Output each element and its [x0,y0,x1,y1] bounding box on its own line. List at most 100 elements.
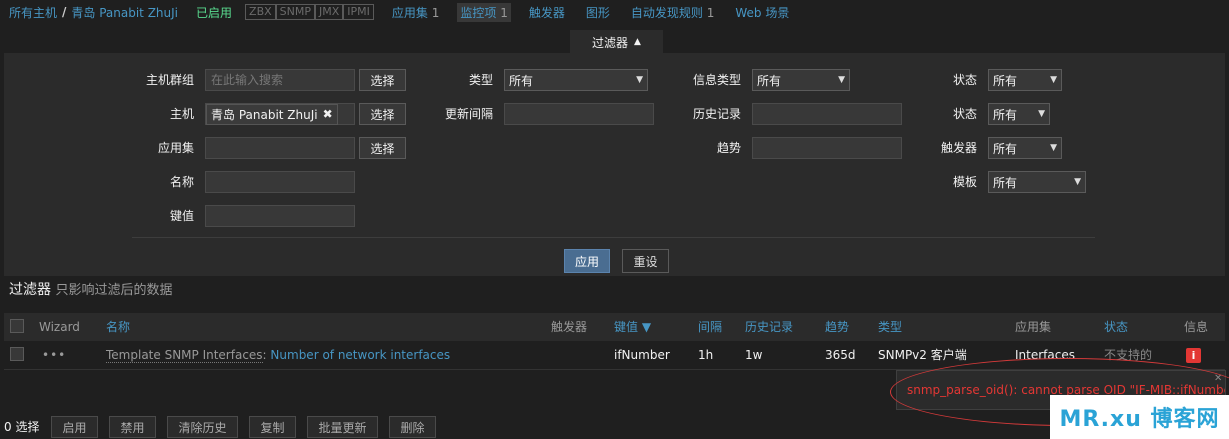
chevron-up-icon: ▲ [634,37,641,47]
host-group-label: 主机群组 [145,73,194,87]
history-input[interactable] [752,103,902,125]
template-select[interactable]: 所有 ▼ [988,171,1086,193]
remove-icon[interactable]: ✖ [323,107,333,121]
template-link[interactable]: Template SNMP Interfaces [106,348,263,363]
triggers-select[interactable]: 所有 ▼ [988,137,1062,159]
mass-action-bar: 0 选择 [0,414,39,439]
chevron-down-icon: ▼ [1050,143,1057,153]
chevron-down-icon: ▼ [1074,177,1081,187]
status-select-value: 所有 [993,107,1018,122]
state-label: 状态 [952,73,977,87]
apply-button[interactable]: 应用 [564,249,610,273]
filter-note-subtitle: 只影响过滤后的数据 [55,283,173,298]
host-breadcrumb-nav: 所有主机 / 青岛 Panabit ZhuJi 已启用 ZBX SNMP JMX… [0,0,1229,24]
item-name-link[interactable]: Number of network interfaces [270,348,450,362]
watermark-logo: MR.xu 博客网 [1050,395,1229,439]
type-label: 类型 [468,73,493,87]
host-tag: 青岛 Panabit ZhuJi ✖ [206,103,338,125]
type-select[interactable]: 所有 ▼ [504,69,648,91]
clear-history-button[interactable]: 清除历史 [167,416,238,438]
chevron-down-icon: ▼ [1050,75,1057,85]
filter-toggle-tab[interactable]: 过滤器 ▲ [570,30,663,54]
tab-web-scenarios[interactable]: Web 场景 [732,3,792,22]
tab-count: 1 [431,5,440,20]
col-history[interactable]: 历史记录 [745,313,793,341]
trends-cell: 365d [825,348,856,362]
tab-label: 监控项 [460,5,497,20]
host-group-input[interactable] [205,69,355,91]
col-key[interactable]: 键值 ▼ [614,313,651,341]
filter-note: 过滤器 只影响过滤后的数据 [9,279,172,299]
triggers-label: 触发器 [940,141,977,155]
trends-input[interactable] [752,137,902,159]
state-select[interactable]: 所有 ▼ [988,69,1062,91]
host-chip: 青岛 Panabit ZhuJi ✖ [206,103,338,125]
filter-tab-label: 过滤器 [592,35,629,50]
name-separator: : [262,348,267,362]
col-trends[interactable]: 趋势 [825,313,849,341]
breadcrumb-separator: / [62,5,67,19]
host-status-enabled[interactable]: 已启用 [196,4,232,21]
tab-applications[interactable]: 应用集 1 [389,3,442,22]
status-label: 状态 [952,107,977,121]
host-group-select-button[interactable]: 选择 [359,69,406,91]
info-type-select-value: 所有 [757,73,782,88]
application-label: 应用集 [157,141,194,155]
enable-button[interactable]: 启用 [51,416,98,438]
copy-button[interactable]: 复制 [249,416,296,438]
application-input[interactable] [205,137,355,159]
key-input[interactable] [205,205,355,227]
interval-label: 更新间隔 [444,107,493,121]
tab-label: 图形 [585,5,610,20]
mass-update-button[interactable]: 批量更新 [307,416,378,438]
col-name[interactable]: 名称 [106,313,130,341]
select-all-checkbox[interactable] [10,319,24,333]
delete-button[interactable]: 删除 [389,416,436,438]
tab-label: 触发器 [528,5,565,20]
availability-zbx: ZBX [245,4,276,20]
state-select-value: 所有 [993,73,1018,88]
triggers-select-value: 所有 [993,141,1018,156]
tab-count: 1 [500,5,508,20]
availability-snmp: SNMP [275,4,315,20]
name-label: 名称 [169,175,194,189]
tab-graphs[interactable]: 图形 [583,3,613,22]
reset-button[interactable]: 重设 [622,249,669,273]
col-type[interactable]: 类型 [878,313,902,341]
col-interval[interactable]: 间隔 [698,313,722,341]
col-status[interactable]: 状态 [1104,313,1128,341]
filter-note-title: 过滤器 [9,282,51,298]
name-input[interactable] [205,171,355,193]
filter-panel: 主机群组 选择 主机 选择 应用集 选择 名称 键值 类型 所有 ▼ 更新间隔 … [4,53,1225,276]
tab-label: 应用集 [391,5,428,20]
table-header: Wizard 名称 触发器 键值 ▼ 间隔 历史记录 趋势 类型 应用集 状态 … [4,313,1225,341]
availability-ipmi: IPMI [343,4,374,20]
tab-triggers[interactable]: 触发器 [526,3,568,22]
error-info-icon[interactable]: i [1186,348,1201,363]
disable-button[interactable]: 禁用 [109,416,156,438]
tab-count: 1 [706,5,715,20]
tab-discovery-rules[interactable]: 自动发现规则 1 [628,3,717,22]
tab-label: 自动发现规则 [630,5,703,20]
chevron-down-icon: ▼ [838,75,845,85]
template-label: 模板 [952,175,977,189]
template-select-value: 所有 [993,175,1018,190]
application-select-button[interactable]: 选择 [359,137,406,159]
status-select[interactable]: 所有 ▼ [988,103,1050,125]
host-label: 主机 [169,107,194,121]
chevron-down-icon: ▼ [636,75,643,85]
wizard-menu-icon[interactable]: ••• [42,341,66,369]
filter-divider [132,237,1095,238]
info-type-label: 信息类型 [692,73,741,87]
item-name-cell: Template SNMP Interfaces: Number of netw… [106,341,450,369]
all-hosts-link[interactable]: 所有主机 [9,4,57,21]
host-select-button[interactable]: 选择 [359,103,406,125]
info-type-select[interactable]: 所有 ▼ [752,69,850,91]
interval-input[interactable] [504,103,654,125]
key-cell: ifNumber [614,348,670,362]
history-cell: 1w [745,348,763,362]
col-info: 信息 [1184,320,1209,334]
row-checkbox[interactable] [10,347,24,361]
host-name-link[interactable]: 青岛 Panabit ZhuJi [71,4,178,21]
tab-items[interactable]: 监控项 1 [457,2,511,22]
